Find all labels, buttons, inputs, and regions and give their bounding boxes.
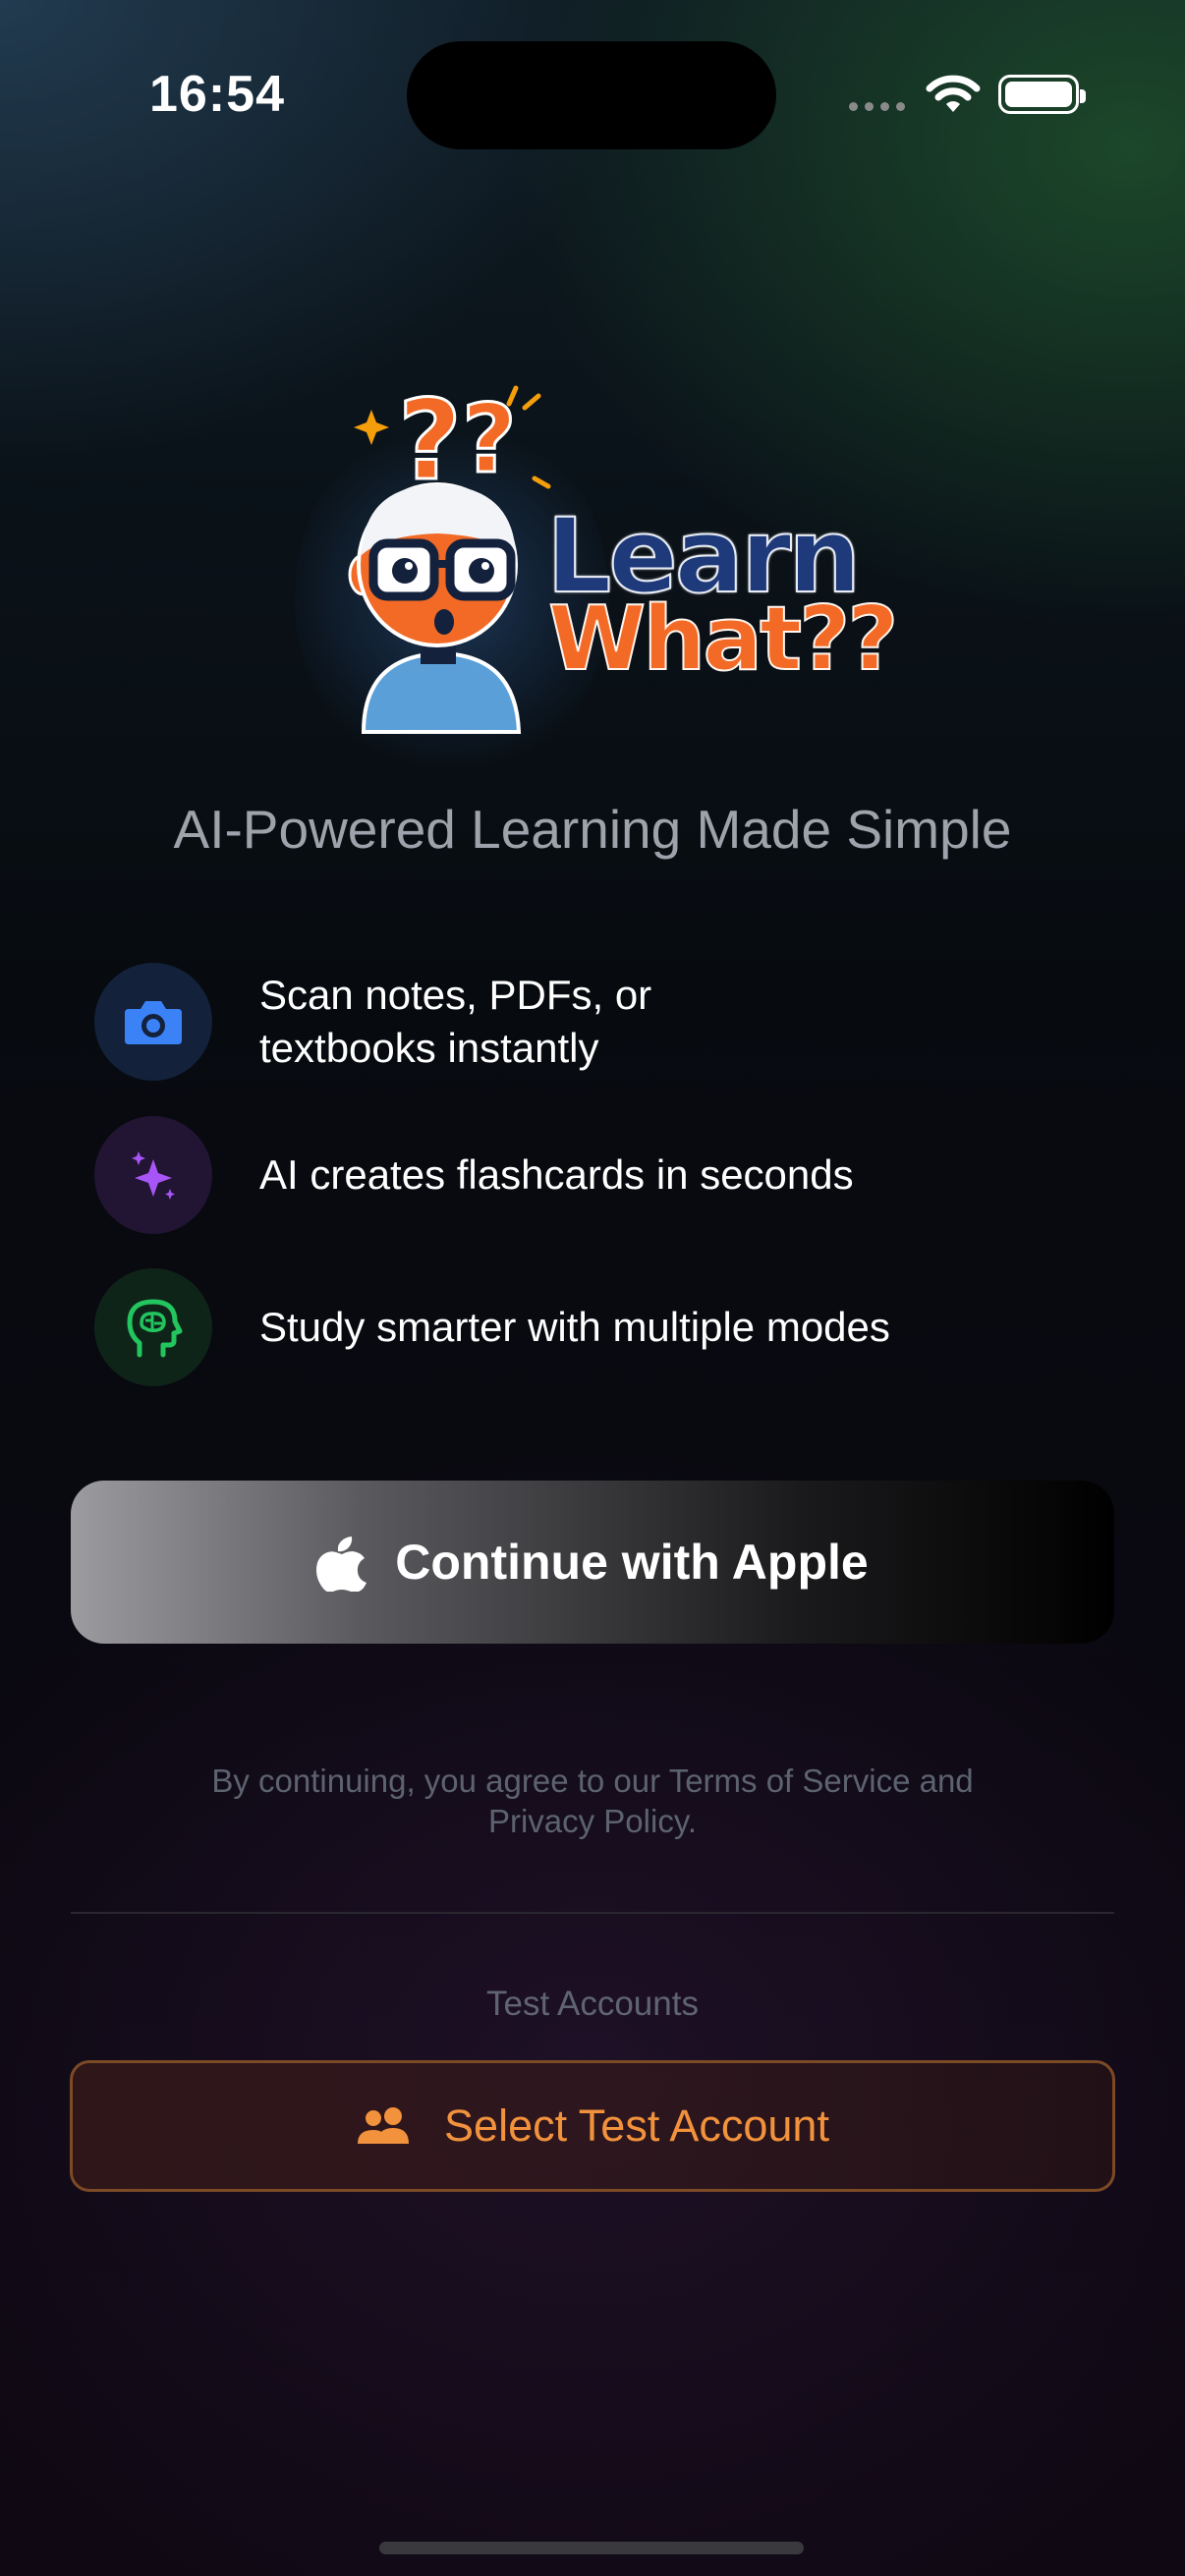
camera-icon [94, 963, 212, 1081]
terms-notice: By continuing, you agree to our Terms of… [0, 1761, 1185, 1841]
feature-scan-text-line2: textbooks instantly [259, 1025, 599, 1071]
continue-with-apple-label: Continue with Apple [395, 1535, 869, 1590]
wifi-icon [926, 75, 981, 112]
logo-text-what: What?? [547, 587, 900, 692]
status-time: 16:54 [149, 66, 285, 123]
sparkles-icon [94, 1116, 212, 1234]
divider [71, 1912, 1114, 1914]
terms-notice-line2: Privacy Policy. [487, 1803, 698, 1839]
continue-with-apple-button[interactable]: Continue with Apple [71, 1481, 1114, 1644]
battery-icon [998, 75, 1086, 114]
tagline: AI-Powered Learning Made Simple [173, 799, 1012, 860]
test-accounts-heading: Test Accounts [486, 1985, 699, 2023]
brain-head-icon [94, 1268, 212, 1386]
feature-study-modes: Study smarter with multiple modes [94, 1268, 1136, 1386]
logo-mascot-icon: ? ? [348, 376, 551, 734]
feature-scan-text: Scan notes, PDFs, or textbooks instantly [259, 969, 651, 1075]
cellular-signal-icon [849, 102, 905, 111]
feature-scan-text-line1: Scan notes, PDFs, or [259, 972, 652, 1018]
select-test-account-button[interactable]: Select Test Account [70, 2060, 1115, 2192]
select-test-account-label: Select Test Account [444, 2100, 829, 2151]
feature-ai-flashcards-text: AI creates flashcards in seconds [259, 1151, 854, 1198]
feature-study-modes-text: Study smarter with multiple modes [259, 1304, 890, 1350]
people-icon [358, 2107, 410, 2144]
svg-text:?: ? [462, 384, 517, 494]
apple-logo-icon [316, 1537, 367, 1592]
feature-ai-flashcards: AI creates flashcards in seconds [94, 1116, 1136, 1234]
terms-notice-line1: By continuing, you agree to our Terms of… [211, 1763, 974, 1799]
feature-scan: Scan notes, PDFs, or textbooks instantly [94, 963, 1136, 1081]
home-indicator[interactable] [379, 2542, 804, 2554]
dynamic-island [407, 41, 776, 149]
